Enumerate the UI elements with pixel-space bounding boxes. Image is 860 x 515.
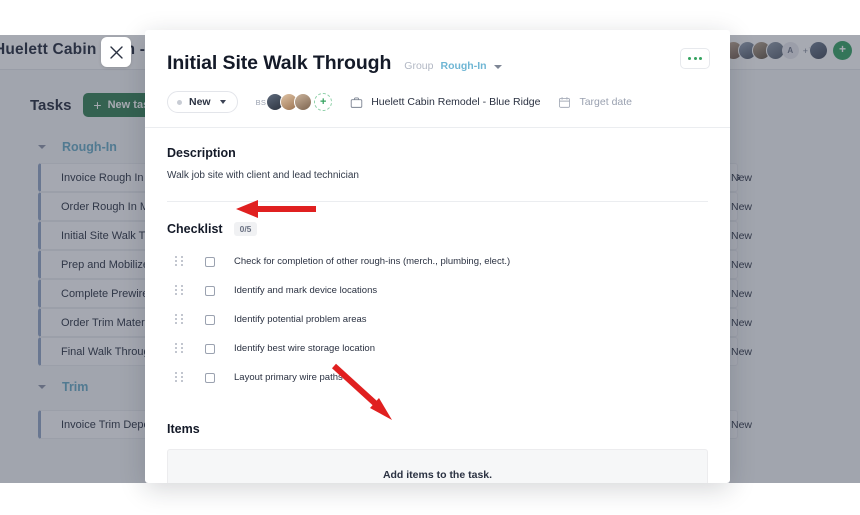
checklist-checkbox[interactable]: [205, 314, 215, 325]
add-member-button[interactable]: +: [833, 41, 852, 60]
calendar-icon: [559, 96, 571, 108]
screenshot-root: Huelett Cabin Rem - B A +7 + Tasks +: [0, 0, 860, 515]
checklist-item-label: Identify and mark device locations: [234, 285, 378, 296]
task-status: New: [731, 345, 753, 358]
task-status: New: [731, 200, 753, 213]
task-status: New: [731, 287, 753, 300]
checklist-checkbox[interactable]: [205, 285, 215, 296]
assignee-group[interactable]: BS +: [256, 93, 333, 111]
tasks-label: Tasks: [30, 96, 72, 114]
list-item[interactable]: Check for completion of other rough-ins …: [167, 247, 708, 276]
assignee-code: BS: [255, 97, 267, 107]
description-text[interactable]: Walk job site with client and lead techn…: [167, 170, 708, 181]
task-detail-modal: Initial Site Walk Through Group Rough-In…: [145, 30, 730, 483]
group-name: Rough-In: [62, 140, 117, 154]
list-item[interactable]: Identify and mark device locations: [167, 276, 708, 305]
task-status: New: [731, 418, 753, 431]
add-assignee-button[interactable]: +: [314, 93, 333, 111]
dot-icon: [693, 57, 697, 60]
task-status: New: [731, 316, 753, 329]
checklist-section: Checklist 0/5 Check for completion of ot…: [167, 222, 708, 392]
briefcase-icon: [350, 97, 363, 108]
modal-body: Description Walk job site with client an…: [145, 128, 730, 483]
drag-handle-icon[interactable]: [175, 314, 184, 325]
plus-icon: +: [93, 97, 102, 113]
more-options-button[interactable]: [680, 48, 710, 69]
close-icon: [109, 45, 123, 59]
task-status: New: [731, 258, 753, 271]
task-name: Complete Prewire: [61, 287, 149, 300]
chevron-down-icon[interactable]: [493, 65, 502, 69]
list-item[interactable]: Identify potential problem areas: [167, 305, 708, 334]
group-row-trim[interactable]: Trim: [38, 380, 88, 394]
group-name: Trim: [62, 380, 89, 394]
description-heading: Description: [167, 146, 236, 160]
items-empty-title: Add items to the task.: [382, 469, 493, 481]
task-status: New: [731, 171, 753, 184]
chevron-down-icon[interactable]: [38, 385, 46, 389]
description-section: Description Walk job site with client an…: [167, 146, 708, 181]
status-dot-icon: [177, 99, 182, 105]
checklist-item-label: Identify potential problem areas: [234, 314, 367, 325]
checklist-checkbox[interactable]: [205, 256, 215, 267]
page-title: Initial Site Walk Through: [167, 52, 392, 74]
group-value: Rough-In: [440, 60, 487, 72]
drag-handle-icon[interactable]: [175, 372, 184, 383]
project-chip[interactable]: Huelett Cabin Remodel - Blue Ridge: [350, 96, 540, 109]
app-project-title: Huelett Cabin Rem - B: [0, 41, 161, 58]
chevron-down-icon: [219, 100, 226, 104]
checklist-count-badge: 0/5: [233, 222, 258, 236]
target-date-chip[interactable]: Target date: [558, 96, 632, 109]
dot-icon: [699, 57, 702, 60]
checklist-item-label: Identify best wire storage location: [234, 343, 375, 354]
list-item[interactable]: Identify best wire storage location: [167, 334, 708, 363]
avatar[interactable]: [294, 93, 313, 111]
group-row-rough-in[interactable]: Rough-In: [38, 140, 117, 154]
modal-header: Initial Site Walk Through Group Rough-In…: [145, 30, 730, 128]
items-empty-state: Add items to the task. Adding to the tas…: [167, 449, 708, 483]
drag-handle-icon[interactable]: [175, 285, 184, 296]
chevron-down-icon[interactable]: [38, 145, 46, 149]
status-badge[interactable]: New: [167, 91, 238, 113]
task-status: New: [731, 229, 753, 242]
items-section: Items Add items to the task. Adding to t…: [167, 422, 708, 483]
checklist-items: Check for completion of other rough-ins …: [167, 247, 708, 392]
checklist-heading: Checklist: [167, 222, 223, 236]
status-label: New: [189, 96, 211, 108]
drag-handle-icon[interactable]: [175, 256, 184, 267]
group-selector[interactable]: Group Rough-In: [404, 60, 502, 72]
divider: [167, 201, 708, 202]
checklist-header: Checklist 0/5: [167, 222, 708, 236]
task-name: Prep and Mobilize: [61, 258, 150, 271]
avatar[interactable]: [809, 41, 828, 60]
avatar-initial[interactable]: A: [781, 42, 799, 59]
task-meta-row: New BS + Huelett Cabin Remodel - Blue Ri: [167, 91, 708, 113]
task-name: Final Walk Through: [61, 345, 156, 358]
drag-handle-icon[interactable]: [175, 343, 184, 354]
items-heading: Items: [167, 422, 200, 436]
dot-icon: [688, 57, 691, 60]
app-avatar-row[interactable]: A +7 +: [709, 41, 852, 60]
checklist-checkbox[interactable]: [205, 343, 215, 354]
checklist-checkbox[interactable]: [205, 372, 215, 383]
target-date-label: Target date: [579, 96, 633, 108]
title-line: Initial Site Walk Through Group Rough-In: [167, 52, 708, 75]
project-chip-label: Huelett Cabin Remodel - Blue Ridge: [371, 96, 541, 108]
list-item[interactable]: Layout primary wire paths: [167, 363, 708, 392]
checklist-item-label: Layout primary wire paths: [234, 372, 343, 383]
close-modal-button[interactable]: [101, 37, 131, 67]
group-label: Group: [404, 60, 434, 72]
checklist-item-label: Check for completion of other rough-ins …: [234, 256, 511, 267]
